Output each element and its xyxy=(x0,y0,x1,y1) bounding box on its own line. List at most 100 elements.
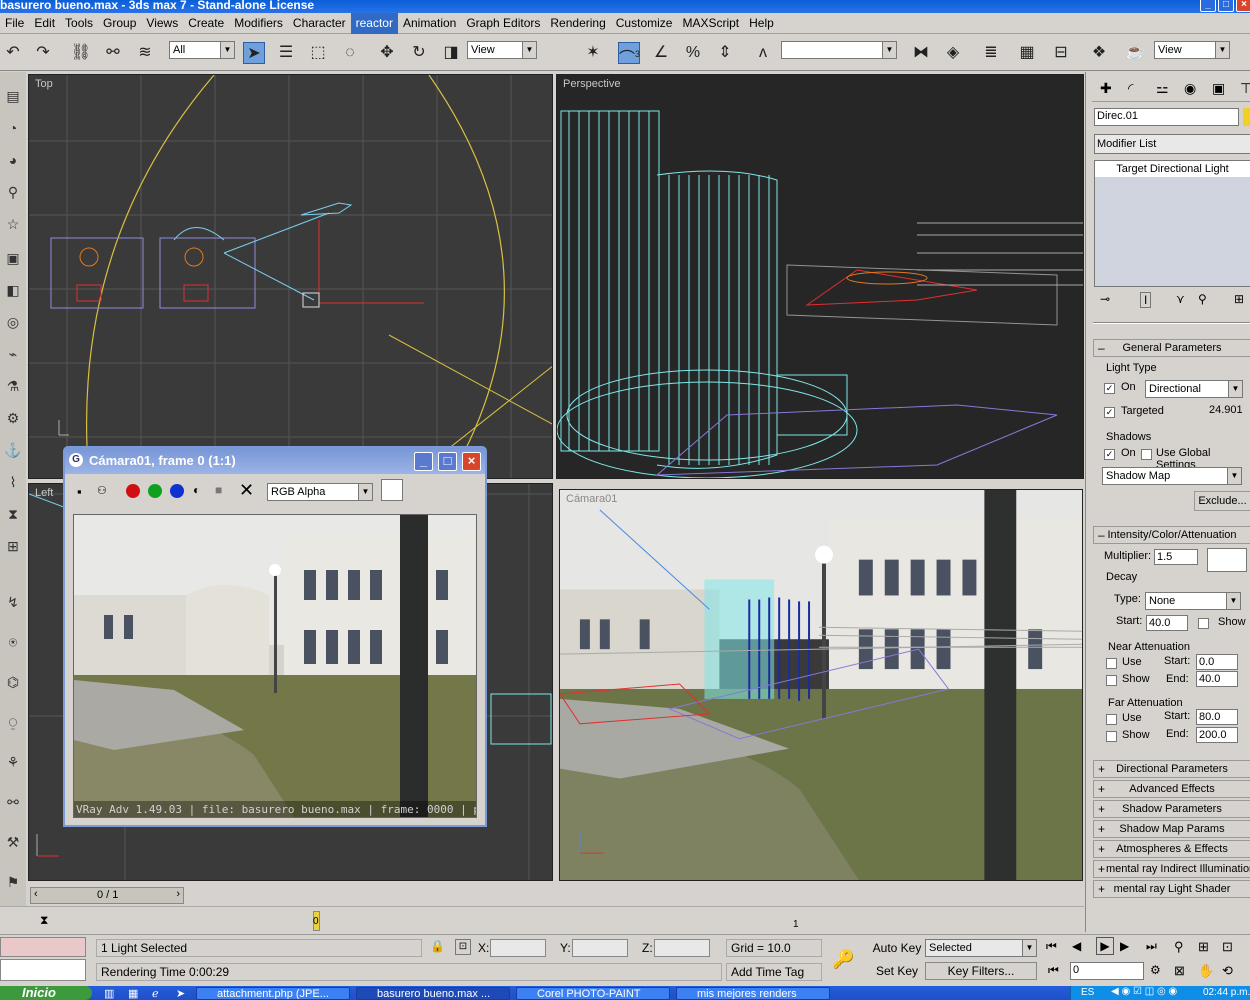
display-tab-icon[interactable]: ▣ xyxy=(1212,80,1225,97)
multiplier-spinner[interactable]: 1.5 xyxy=(1154,549,1198,565)
add-time-tag[interactable]: Add Time Tag xyxy=(726,963,822,981)
color-swatch[interactable] xyxy=(381,479,403,501)
rollout-atmospheres-effects[interactable]: + Atmospheres & Effects xyxy=(1093,840,1250,858)
menu-maxscript[interactable]: MAXScript xyxy=(677,13,744,34)
ie-icon[interactable]: ℯ xyxy=(152,987,159,1000)
unlink-icon[interactable]: ⚯ xyxy=(102,42,124,64)
z-coord-field[interactable] xyxy=(654,939,710,957)
configure-sets-icon[interactable]: ⊞ xyxy=(1234,292,1244,306)
tool-icon[interactable]: ⊞ xyxy=(3,536,23,556)
lock-selection-icon[interactable]: 🔒 xyxy=(430,939,445,953)
menu-edit[interactable]: Edit xyxy=(29,13,60,34)
next-frame-icon[interactable]: › xyxy=(176,888,180,900)
far-start-spinner[interactable]: 80.0 xyxy=(1196,709,1238,725)
tool-icon[interactable]: ⍜ xyxy=(3,712,23,732)
tool-icon[interactable]: ▤ xyxy=(3,86,23,106)
decay-type-dropdown[interactable]: None ▼ xyxy=(1145,592,1241,610)
maxscript-listener-pink[interactable] xyxy=(0,937,86,957)
percent-snap-icon[interactable]: % xyxy=(682,42,704,64)
task-folder[interactable]: mis mejores renders xyxy=(676,987,830,1000)
near-show-checkbox[interactable] xyxy=(1106,675,1117,686)
decay-start-spinner[interactable]: 40.0 xyxy=(1146,615,1188,631)
blue-channel-icon[interactable] xyxy=(170,484,184,498)
rollout-mental-ray-indirect[interactable]: + mental ray Indirect Illumination xyxy=(1093,860,1250,878)
tool-icon[interactable]: ⚙ xyxy=(3,408,23,428)
tool-icon[interactable]: ⚯ xyxy=(3,792,23,812)
zoom-extents-icon[interactable]: ⊡ xyxy=(1222,939,1233,955)
use-global-checkbox[interactable] xyxy=(1141,449,1152,460)
make-unique-icon[interactable]: ⋎ xyxy=(1176,292,1185,306)
current-frame-field[interactable]: 0 xyxy=(1070,962,1144,980)
go-to-end-icon[interactable]: ⏭ xyxy=(1146,939,1157,954)
task-attachment[interactable]: attachment.php (JPE... xyxy=(196,987,350,1000)
field-of-view-icon[interactable]: ⊠ xyxy=(1174,963,1185,979)
tool-icon[interactable]: ⍟ xyxy=(3,632,23,652)
menu-character[interactable]: Character xyxy=(288,13,351,34)
close-icon[interactable]: × xyxy=(462,452,481,471)
undo-icon[interactable]: ↶ xyxy=(2,42,24,64)
mirror-icon[interactable]: ⧓ xyxy=(910,42,932,64)
tool-icon[interactable]: ⚘ xyxy=(3,752,23,772)
shadow-type-dropdown[interactable]: Shadow Map ▼ xyxy=(1102,467,1242,485)
tool-icon[interactable]: ⌬ xyxy=(3,672,23,692)
tool-icon[interactable]: ◔ xyxy=(3,118,23,138)
next-key-icon[interactable]: ▶ xyxy=(1120,939,1129,953)
snap-toggle-icon[interactable]: ⌒3 xyxy=(618,42,640,67)
time-slider[interactable]: ‹ 0 / 1 › xyxy=(30,887,184,904)
rollout-shadow-map-params[interactable]: + Shadow Map Params xyxy=(1093,820,1250,838)
schematic-view-icon[interactable]: ⊟ xyxy=(1050,42,1072,64)
rollout-advanced-effects[interactable]: + Advanced Effects xyxy=(1093,780,1250,798)
targeted-checkbox[interactable]: ✓ xyxy=(1104,407,1115,418)
tool-icon[interactable]: ⧗ xyxy=(3,504,23,524)
viewport-label[interactable]: Top xyxy=(35,78,53,90)
tool-icon[interactable]: ↯ xyxy=(3,592,23,612)
zoom-all-icon[interactable]: ⊞ xyxy=(1198,939,1209,955)
rollout-general-parameters[interactable]: – General Parameters xyxy=(1093,339,1250,357)
key-filters-button[interactable]: Key Filters... xyxy=(925,962,1037,980)
quicklaunch-icon[interactable]: ▦ xyxy=(128,987,138,1000)
tool-icon[interactable]: ◕ xyxy=(3,150,23,170)
remove-modifier-icon[interactable]: ⚲ xyxy=(1198,292,1207,306)
task-3dsmax[interactable]: basurero bueno.max ... xyxy=(356,987,510,1000)
light-type-dropdown[interactable]: Directional ▼ xyxy=(1145,380,1243,398)
angle-snap-icon[interactable]: ∠ xyxy=(650,42,672,64)
menu-group[interactable]: Group xyxy=(98,13,141,34)
edit-named-selection-icon[interactable]: ʌ xyxy=(752,42,774,64)
tool-icon[interactable]: ▣ xyxy=(3,248,23,268)
quicklaunch-icon[interactable]: ➤ xyxy=(176,987,185,1000)
x-coord-field[interactable] xyxy=(490,939,546,957)
curve-editor-mini-icon[interactable]: ⧗ xyxy=(40,913,48,928)
selection-filter-dropdown[interactable]: All ▼ xyxy=(169,41,235,59)
align-icon[interactable]: ◈ xyxy=(942,42,964,64)
viewport-perspective[interactable]: Perspective xyxy=(556,74,1084,479)
menu-create[interactable]: Create xyxy=(183,13,229,34)
minimize-button[interactable]: _ xyxy=(1200,0,1216,12)
utilities-tab-icon[interactable]: ⊤ xyxy=(1240,80,1250,97)
material-editor-icon[interactable]: ❖ xyxy=(1088,42,1110,64)
modify-tab-icon[interactable]: ◜ xyxy=(1128,80,1133,97)
menu-animation[interactable]: Animation xyxy=(398,13,461,34)
clear-icon[interactable]: ✕ xyxy=(239,480,254,501)
rotate-icon[interactable]: ↻ xyxy=(408,42,430,64)
shadows-on-checkbox[interactable]: ✓ xyxy=(1104,449,1115,460)
close-button[interactable]: × xyxy=(1236,0,1250,12)
tool-icon[interactable]: ◧ xyxy=(3,280,23,300)
modifier-list-dropdown[interactable]: Modifier List xyxy=(1094,134,1250,154)
render-scene-icon[interactable]: ☕ xyxy=(1124,42,1146,64)
prev-key-icon[interactable]: ◀ xyxy=(1072,939,1081,953)
spinner-snap-icon[interactable]: ⇕ xyxy=(714,42,736,64)
absolute-mode-icon[interactable]: ⊡ xyxy=(455,939,471,955)
start-button[interactable]: Inicio xyxy=(0,986,92,1000)
green-channel-icon[interactable] xyxy=(148,484,162,498)
maximize-icon[interactable]: □ xyxy=(438,452,457,471)
create-tab-icon[interactable]: ✚ xyxy=(1100,80,1112,97)
near-end-spinner[interactable]: 40.0 xyxy=(1196,671,1238,687)
viewport-label[interactable]: Perspective xyxy=(563,78,620,90)
viewport-label[interactable]: Left xyxy=(35,487,53,499)
set-key-icon[interactable]: 🔑 xyxy=(832,949,854,970)
save-icon[interactable]: ▪ xyxy=(77,484,82,499)
viewport-label[interactable]: Cámara01 xyxy=(566,493,617,505)
quicklaunch-icon[interactable]: ▥ xyxy=(104,987,114,1000)
rollout-directional-parameters[interactable]: + Directional Parameters xyxy=(1093,760,1250,778)
tool-icon[interactable]: ⚗ xyxy=(3,376,23,396)
